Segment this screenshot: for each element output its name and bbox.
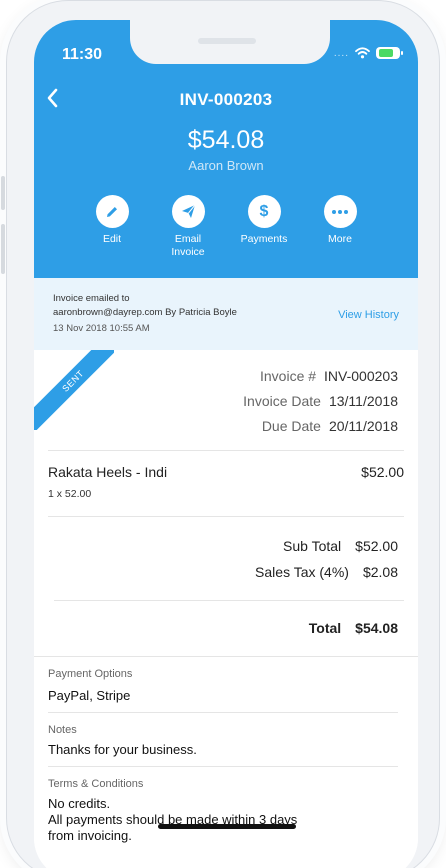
tax-label: Sales Tax (4%) bbox=[255, 564, 349, 580]
tax-value: $2.08 bbox=[362, 564, 398, 580]
subtotal-value: $52.00 bbox=[355, 538, 398, 554]
payment-options-value: PayPal, Stripe bbox=[48, 688, 131, 703]
due-date-label: Due Date bbox=[261, 418, 321, 434]
divider bbox=[48, 712, 398, 713]
payments-button[interactable]: $ Payments bbox=[224, 195, 304, 246]
total-row: Total $54.08 bbox=[309, 620, 398, 636]
dollar-icon: $ bbox=[259, 202, 269, 220]
subtotal-label: Sub Total bbox=[283, 538, 342, 554]
battery-icon bbox=[376, 47, 403, 59]
due-date-value: 20/11/2018 bbox=[328, 418, 398, 434]
more-label: More bbox=[328, 233, 352, 245]
view-history-link[interactable]: View History bbox=[338, 309, 399, 321]
invoice-header: 11:30 .... INV-000203 $54.08 Aaron Brown bbox=[34, 20, 418, 278]
edit-label: Edit bbox=[102, 233, 122, 245]
email-invoice-button[interactable]: Email Invoice bbox=[148, 195, 228, 259]
phone-screen: 11:30 .... INV-000203 $54.08 Aaron Brown bbox=[34, 20, 418, 868]
payment-options-label: Payment Options bbox=[48, 668, 133, 680]
signal-icon: .... bbox=[333, 47, 349, 59]
divider bbox=[54, 600, 404, 601]
customer-name: Aaron Brown bbox=[188, 158, 264, 173]
action-bar: Edit Email Invoice $ Payments More bbox=[34, 195, 418, 265]
invoice-details: SENT Invoice # INV-000203 Invoice Date 1… bbox=[34, 350, 418, 868]
line-item-qty: 1 x 52.00 bbox=[48, 488, 92, 500]
edit-button[interactable]: Edit bbox=[72, 195, 152, 246]
payments-label: Payments bbox=[240, 233, 288, 245]
terms-label: Terms & Conditions bbox=[48, 778, 144, 790]
sent-badge: SENT bbox=[34, 350, 114, 430]
email-info-line2: aaronbrown@dayrep.com By Patricia Boyle bbox=[53, 307, 237, 318]
divider bbox=[48, 516, 404, 517]
email-timestamp: 13 Nov 2018 10:55 AM bbox=[53, 323, 150, 334]
more-dots-icon bbox=[332, 209, 348, 214]
pencil-icon bbox=[107, 206, 117, 217]
invoice-date-row: Invoice Date 13/11/2018 bbox=[243, 393, 398, 409]
terms-line3: from invoicing. bbox=[48, 828, 132, 843]
email-info-line1: Invoice emailed to bbox=[53, 293, 130, 304]
email-label-line1: Email bbox=[174, 233, 202, 245]
invoice-number-value: INV-000203 bbox=[324, 368, 398, 384]
email-label-line2: Invoice bbox=[171, 246, 205, 258]
notes-label: Notes bbox=[48, 724, 77, 736]
more-button[interactable]: More bbox=[300, 195, 380, 246]
invoice-number-label: Invoice # bbox=[260, 368, 317, 384]
notes-value: Thanks for your business. bbox=[48, 742, 197, 757]
subtotal-row: Sub Total $52.00 bbox=[283, 538, 398, 554]
invoice-date-value: 13/11/2018 bbox=[328, 393, 398, 409]
status-ribbon: SENT bbox=[34, 350, 114, 430]
due-date-row: Due Date 20/11/2018 bbox=[262, 418, 398, 434]
email-info-panel: Invoice emailed to aaronbrown@dayrep.com… bbox=[34, 278, 418, 350]
status-time: 11:30 bbox=[62, 46, 103, 63]
divider bbox=[48, 450, 404, 451]
phone-side-button bbox=[1, 224, 5, 274]
tax-row: Sales Tax (4%) $2.08 bbox=[255, 564, 398, 580]
total-label: Total bbox=[308, 620, 342, 636]
invoice-title: INV-000203 bbox=[179, 90, 273, 109]
divider bbox=[34, 656, 418, 657]
total-value: $54.08 bbox=[355, 620, 398, 636]
home-indicator[interactable] bbox=[158, 824, 296, 829]
line-item-amount: $52.00 bbox=[361, 464, 404, 480]
line-item-name[interactable]: Rakata Heels - Indi bbox=[48, 464, 167, 480]
invoice-number-row: Invoice # INV-000203 bbox=[260, 368, 398, 384]
paper-plane-icon bbox=[181, 204, 195, 218]
divider bbox=[48, 766, 398, 767]
phone-notch bbox=[130, 20, 330, 64]
terms-line1: No credits. bbox=[48, 796, 111, 811]
invoice-amount: $54.08 bbox=[187, 126, 265, 154]
invoice-date-label: Invoice Date bbox=[243, 393, 321, 409]
status-icons: .... bbox=[333, 47, 403, 59]
wifi-icon bbox=[355, 47, 370, 59]
phone-side-button bbox=[1, 176, 5, 210]
